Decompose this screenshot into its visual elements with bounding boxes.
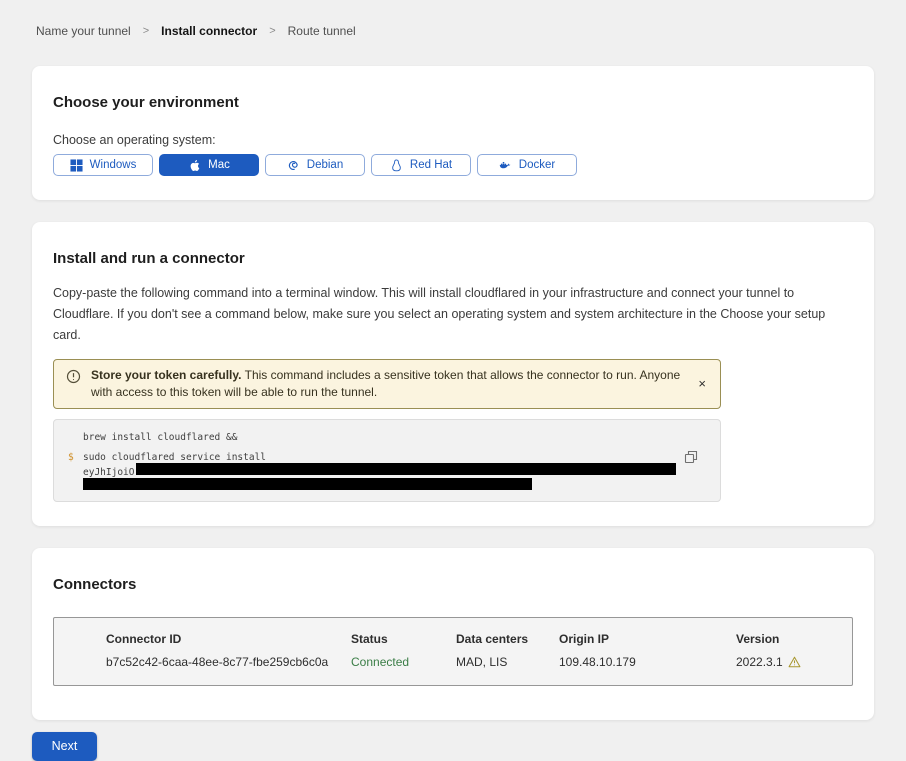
os-button-label: Debian	[307, 159, 343, 171]
token-prefix: eyJhIjoiO	[83, 467, 134, 478]
shell-prompt: $	[68, 452, 83, 463]
docker-whale-icon	[499, 159, 512, 172]
connectors-table-header-row: Connector ID Status Data centers Origin …	[106, 632, 832, 646]
install-connector-card: Install and run a connector Copy-paste t…	[32, 222, 874, 526]
breadcrumb-step-install-connector[interactable]: Install connector	[161, 24, 257, 38]
breadcrumb-step-route-tunnel[interactable]: Route tunnel	[288, 24, 356, 38]
breadcrumb-separator: >	[269, 25, 275, 37]
install-command-code-block[interactable]: brew install cloudflared && $sudo cloudf…	[53, 419, 721, 502]
code-line-brew: brew install cloudflared &&	[68, 432, 706, 443]
os-button-mac[interactable]: Mac	[159, 154, 259, 176]
alert-circle-icon	[66, 369, 81, 384]
warning-close-button[interactable]: ×	[696, 377, 708, 390]
connectors-card-title: Connectors	[53, 576, 853, 593]
os-button-debian[interactable]: Debian	[265, 154, 365, 176]
copy-icon	[684, 450, 698, 464]
breadcrumb: Name your tunnel > Install connector > R…	[0, 0, 906, 38]
origin-ip-value: 109.48.10.179	[559, 655, 736, 669]
tux-penguin-icon	[390, 159, 403, 172]
code-blank-line	[68, 443, 706, 452]
code-line-token: eyJhIjoiO	[68, 463, 706, 478]
column-header-version: Version	[736, 632, 832, 646]
copy-command-button[interactable]	[684, 450, 698, 464]
next-button[interactable]: Next	[32, 732, 97, 761]
column-header-data-centers: Data centers	[456, 632, 559, 646]
os-button-label: Red Hat	[410, 159, 452, 171]
os-button-label: Windows	[90, 159, 137, 171]
redacted-token-bar	[136, 463, 676, 475]
os-button-docker[interactable]: Docker	[477, 154, 577, 176]
code-line-token-continued	[68, 478, 706, 490]
data-centers-value: MAD, LIS	[456, 655, 559, 669]
code-line-sudo: $sudo cloudflared service install	[68, 452, 706, 463]
os-button-redhat[interactable]: Red Hat	[371, 154, 471, 176]
token-warning-title: Store your token carefully.	[91, 368, 242, 382]
os-button-windows[interactable]: Windows	[53, 154, 153, 176]
version-value: 2022.3.1	[736, 655, 832, 669]
windows-logo-icon	[70, 159, 83, 172]
column-header-status: Status	[351, 632, 456, 646]
connectors-card: Connectors Connector ID Status Data cent…	[32, 548, 874, 720]
os-button-label: Docker	[519, 159, 555, 171]
connectors-table: Connector ID Status Data centers Origin …	[53, 617, 853, 686]
environment-card: Choose your environment Choose an operat…	[32, 66, 874, 200]
column-header-origin-ip: Origin IP	[559, 632, 736, 646]
redacted-token-bar	[83, 478, 532, 490]
connector-id-value: b7c52c42-6caa-48ee-8c77-fbe259cb6c0a	[106, 655, 351, 669]
os-button-label: Mac	[208, 159, 230, 171]
close-icon: ×	[698, 376, 706, 391]
os-button-group: Windows Mac Debian	[53, 154, 853, 176]
token-warning-text: Store your token carefully. This command…	[91, 367, 686, 401]
apple-logo-icon	[188, 159, 201, 172]
install-card-description: Copy-paste the following command into a …	[53, 283, 853, 346]
debian-swirl-icon	[287, 159, 300, 172]
environment-card-title: Choose your environment	[53, 94, 853, 111]
column-header-connector-id: Connector ID	[106, 632, 351, 646]
install-card-title: Install and run a connector	[53, 250, 853, 267]
connector-table-row: b7c52c42-6caa-48ee-8c77-fbe259cb6c0a Con…	[106, 655, 832, 669]
status-badge: Connected	[351, 655, 456, 669]
breadcrumb-step-name-your-tunnel[interactable]: Name your tunnel	[36, 24, 131, 38]
version-warning-triangle-icon	[788, 656, 801, 668]
token-warning-banner: Store your token carefully. This command…	[53, 359, 721, 409]
operating-system-label: Choose an operating system:	[53, 133, 853, 147]
breadcrumb-separator: >	[143, 25, 149, 37]
